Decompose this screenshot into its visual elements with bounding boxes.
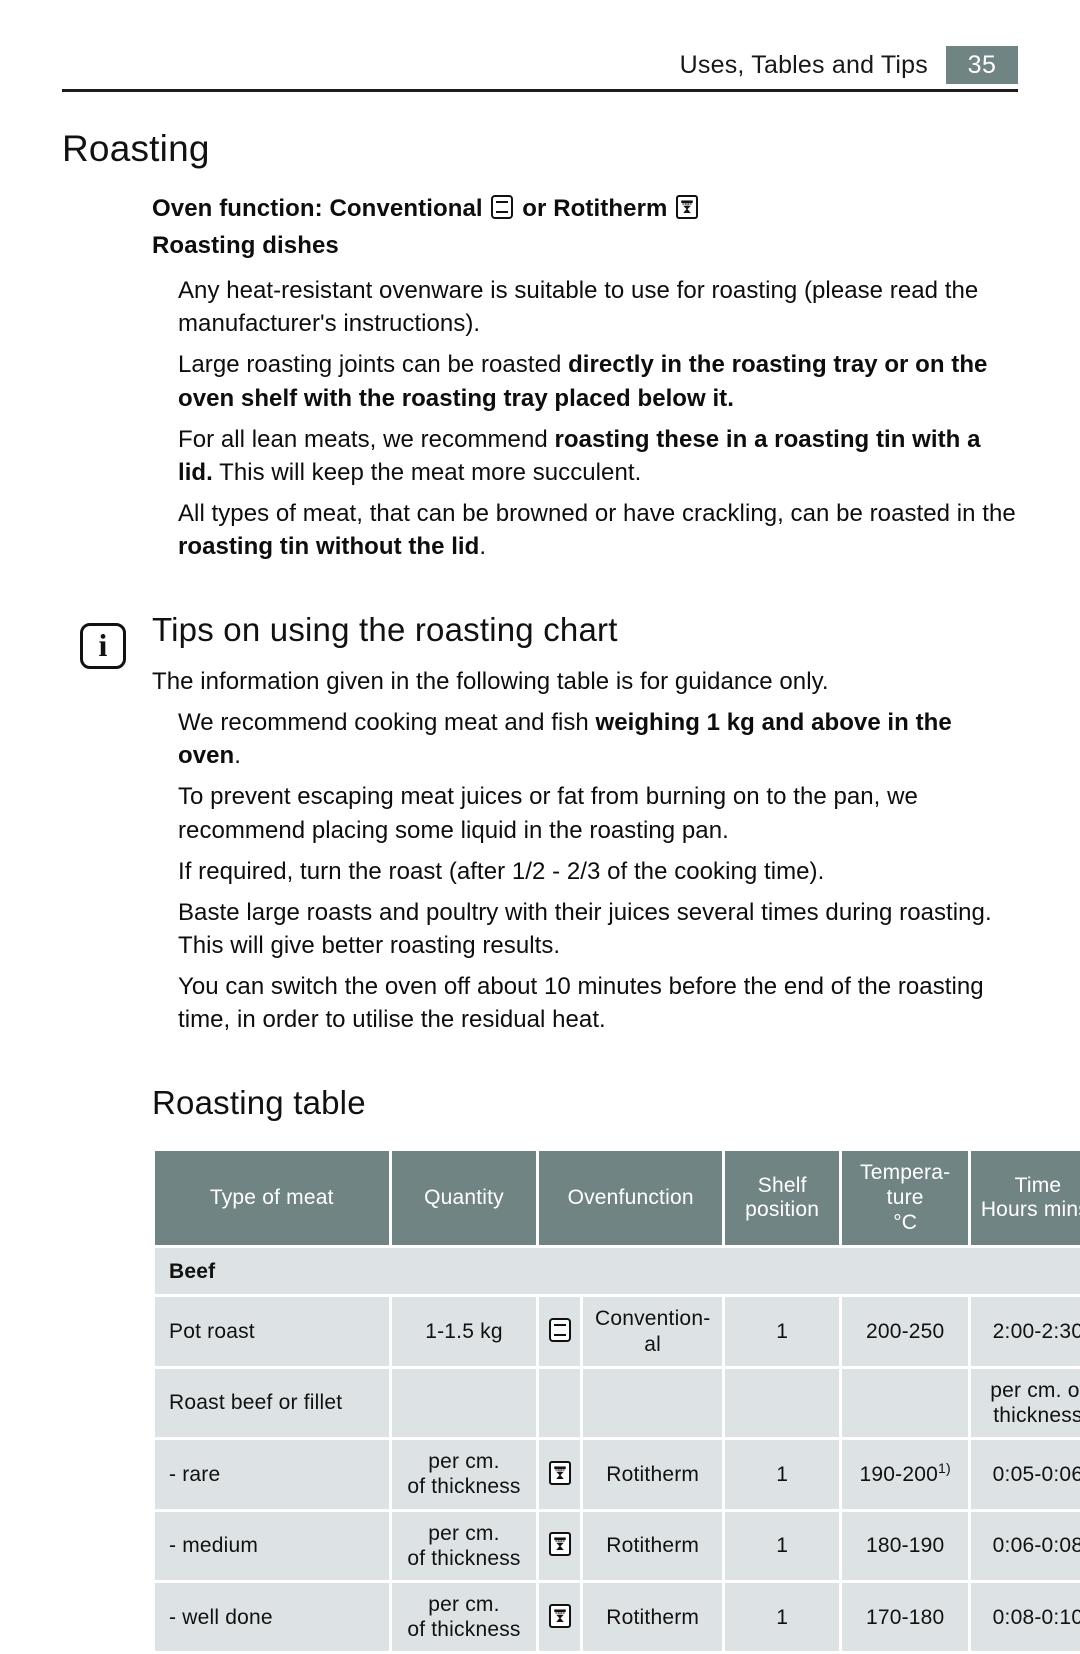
oven-function-middle: or Rotitherm: [522, 195, 668, 222]
tips-list: We recommend cooking meat and fish weigh…: [152, 706, 1018, 1036]
cell-temperature: 180-190: [842, 1511, 968, 1580]
roasting-paragraph-list: Any heat-resistant ovenware is suitable …: [152, 274, 1018, 563]
cell-time: 0:08-0:10: [970, 1582, 1080, 1652]
cell-type-of-meat: Pot roast: [155, 1297, 389, 1366]
cell-ovenfunction-label: Convention-al: [583, 1297, 722, 1366]
footnote-marker: 1): [937, 1459, 951, 1476]
tips-item: To prevent escaping meat juices or fat f…: [178, 783, 918, 844]
cell-quantity: 1-1.5 kg: [391, 1297, 537, 1366]
info-icon: i: [80, 623, 126, 670]
table-row: - rare per cm. of thickness Rotitherm 1 190-2…: [155, 1440, 1080, 1509]
cell-temperature: 190-2001): [842, 1440, 968, 1509]
table-header-row: Type of meat Quantity Ovenfunction Shelf…: [155, 1151, 1080, 1246]
cell-temperature: 200-250: [842, 1297, 968, 1366]
tips-item: We recommend cooking meat and fish weigh…: [178, 709, 952, 770]
cell-type-of-meat: - medium: [155, 1511, 389, 1580]
roasting-paragraph: Large roasting joints can be roasted dir…: [178, 351, 988, 412]
document-page: Uses, Tables and Tips 35 Roasting Oven f…: [0, 0, 1080, 1652]
cell-time: 0:05-0:06: [970, 1440, 1080, 1509]
oven-function-prefix: Oven function: Conventional: [152, 195, 483, 222]
rotitherm-oven-icon: [548, 1532, 571, 1557]
roasting-dishes-heading: Roasting dishes: [152, 232, 339, 260]
cell-quantity: per cm. of thickness: [391, 1582, 537, 1652]
tips-lead: The information given in the following t…: [152, 668, 829, 696]
roasting-paragraph: Any heat-resistant ovenware is suitable …: [178, 277, 979, 338]
column-header-shelf-position: Shelf position: [724, 1151, 840, 1246]
oven-function-heading: Oven function: Conventional or Rotitherm: [152, 192, 1018, 225]
cell-type-of-meat: Roast beef or fillet: [155, 1368, 389, 1438]
table-row: Roast beef or fillet per cm. of thickness: [155, 1368, 1080, 1438]
cell-ovenfunction-label: Rotitherm: [583, 1440, 722, 1509]
page-title: Roasting: [62, 128, 210, 169]
header-title: Uses, Tables and Tips: [679, 50, 928, 79]
column-header-ovenfunction: Ovenfunction: [539, 1151, 722, 1246]
cell-ovenfunction-label: [583, 1368, 722, 1438]
cell-shelf-position: 1: [724, 1582, 840, 1652]
cell-temperature: [842, 1368, 968, 1438]
tips-title: Tips on using the roasting chart: [152, 611, 618, 649]
table-row: - well done per cm. of thickness Rotitherm 1…: [155, 1582, 1080, 1652]
conventional-oven-icon: [491, 195, 514, 219]
rotitherm-oven-icon: [676, 195, 699, 219]
roasting-table-section: Roasting table Type of meat Quantity Ove…: [152, 1084, 1080, 1654]
tips-section: i Tips on using the roasting chart The i…: [80, 611, 1018, 1036]
tips-item: You can switch the oven off about 10 min…: [178, 972, 984, 1034]
roasting-paragraph: All types of meat, that can be browned o…: [178, 499, 1016, 560]
rotitherm-oven-icon: [548, 1603, 571, 1628]
cell-ovenfunction-icon: [539, 1511, 581, 1580]
info-icon-glyph: i: [98, 627, 108, 664]
roasting-intro-block: Oven function: Conventional or Rotitherm…: [152, 192, 1018, 563]
cell-type-of-meat: - well done: [155, 1582, 389, 1652]
table-row: - medium per cm. of thickness Rotitherm 1 180…: [155, 1511, 1080, 1580]
cell-ovenfunction-label: Rotitherm: [583, 1511, 722, 1580]
running-header: Uses, Tables and Tips 35: [62, 45, 1018, 92]
cell-ovenfunction-icon: [539, 1582, 581, 1652]
column-header-time: TimeHours mins.: [970, 1151, 1080, 1246]
page-number-badge: 35: [946, 46, 1018, 84]
cell-quantity: [391, 1368, 537, 1438]
cell-shelf-position: 1: [724, 1297, 840, 1366]
cell-ovenfunction-icon: [539, 1368, 581, 1438]
column-header-temperature: Tempera-ture °C: [842, 1151, 968, 1246]
cell-shelf-position: 1: [724, 1440, 840, 1509]
tips-item: If required, turn the roast (after 1/2 -…: [178, 857, 825, 885]
roasting-table: Type of meat Quantity Ovenfunction Shelf…: [152, 1148, 1080, 1654]
page-content: Roasting Oven function: Conventional or …: [62, 128, 1080, 1654]
table-row: Pot roast 1-1.5 kg Convention-al 1 200-250 2:…: [155, 1297, 1080, 1366]
column-header-quantity: Quantity: [391, 1151, 537, 1246]
header-divider: [62, 89, 1018, 92]
table-header: Type of meat Quantity Ovenfunction Shelf…: [155, 1151, 1080, 1246]
roasting-table-title: Roasting table: [152, 1084, 366, 1122]
cell-ovenfunction-icon: [539, 1297, 581, 1366]
tips-item: Baste large roasts and poultry with thei…: [178, 898, 992, 959]
cell-ovenfunction-label: Rotitherm: [583, 1582, 722, 1652]
column-header-type-of-meat: Type of meat: [155, 1151, 389, 1246]
cell-shelf-position: 1: [724, 1511, 840, 1580]
cell-time: 0:06-0:08: [970, 1511, 1080, 1580]
cell-quantity: per cm. of thickness: [391, 1511, 537, 1580]
table-body: Beef Pot roast 1-1.5 kg Convention-al 1 200-2…: [155, 1248, 1080, 1652]
cell-time: 2:00-2:30: [970, 1297, 1080, 1366]
cell-type-of-meat: - rare: [155, 1440, 389, 1509]
cell-shelf-position: [724, 1368, 840, 1438]
roasting-paragraph: For all lean meats, we recommend roastin…: [178, 425, 981, 486]
cell-temperature: 170-180: [842, 1582, 968, 1652]
cell-ovenfunction-icon: [539, 1440, 581, 1509]
cell-time: per cm. of thickness: [970, 1368, 1080, 1438]
table-group-row: Beef: [155, 1248, 1080, 1295]
rotitherm-oven-icon: [548, 1460, 571, 1485]
conventional-oven-icon: [548, 1318, 571, 1343]
cell-quantity: per cm. of thickness: [391, 1440, 537, 1509]
table-group-label: Beef: [155, 1248, 1080, 1295]
